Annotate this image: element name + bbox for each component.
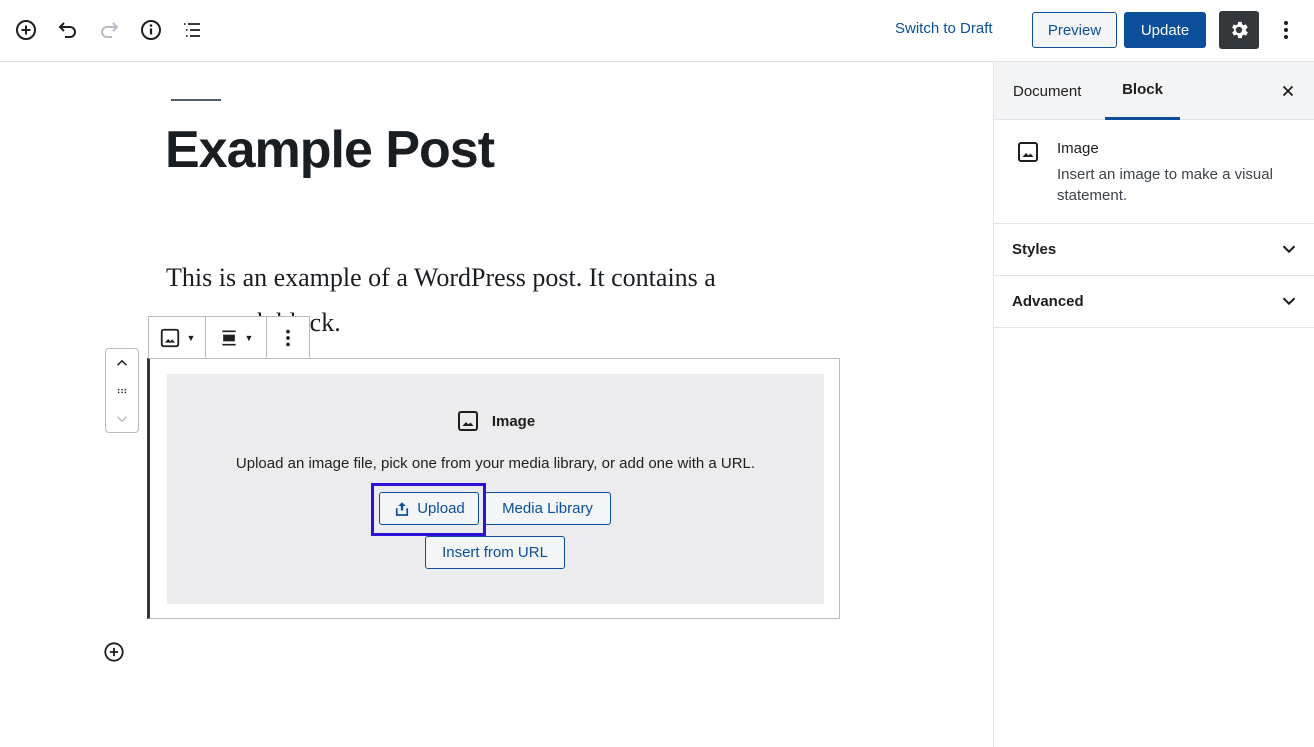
block-mover	[105, 348, 139, 433]
drag-handle-icon	[117, 388, 127, 394]
image-icon	[160, 328, 179, 347]
more-options-button[interactable]	[1274, 14, 1298, 46]
list-view-button[interactable]	[176, 14, 208, 46]
switch-to-draft-link[interactable]: Switch to Draft	[895, 20, 993, 37]
gear-icon	[1232, 21, 1248, 39]
media-library-button[interactable]: Media Library	[484, 492, 611, 525]
undo-icon	[58, 22, 76, 38]
inline-add-block-button[interactable]	[103, 641, 125, 663]
sidebar-tabs: Document Block	[994, 62, 1314, 120]
update-button[interactable]: Update	[1124, 12, 1206, 48]
caret-down-icon: ▼	[244, 332, 254, 343]
block-card-title: Image	[1057, 140, 1099, 157]
chevron-down-icon	[116, 416, 128, 423]
image-icon	[1018, 142, 1038, 162]
chevron-up-icon	[116, 359, 128, 366]
add-block-icon	[16, 20, 36, 40]
panel-title: Advanced	[1012, 293, 1084, 310]
settings-button[interactable]	[1219, 11, 1259, 49]
close-icon	[1282, 85, 1294, 97]
add-block-button[interactable]	[10, 14, 42, 46]
info-icon	[141, 20, 161, 40]
panel-title: Styles	[1012, 241, 1057, 258]
move-down-button[interactable]	[106, 405, 138, 433]
upload-icon	[396, 501, 409, 516]
panel-advanced[interactable]: Advanced	[994, 276, 1314, 328]
chevron-down-icon	[1282, 245, 1296, 254]
redo-icon	[101, 22, 119, 38]
more-vertical-icon	[286, 329, 290, 346]
insert-from-url-button[interactable]: Insert from URL	[425, 536, 565, 569]
upload-label: Upload	[417, 500, 465, 517]
info-button[interactable]	[135, 14, 167, 46]
placeholder-instructions: Upload an image file, pick one from your…	[235, 455, 756, 472]
upload-button[interactable]: Upload	[379, 492, 479, 525]
image-placeholder: Image Upload an image file, pick one fro…	[167, 374, 824, 604]
drag-handle[interactable]	[106, 377, 138, 405]
more-vertical-icon	[1284, 21, 1288, 39]
title-separator	[171, 99, 221, 101]
redo-button[interactable]	[93, 14, 125, 46]
panel-styles[interactable]: Styles	[994, 224, 1314, 276]
add-block-icon	[104, 642, 124, 662]
close-sidebar-button[interactable]	[1276, 79, 1300, 103]
post-title[interactable]: Example Post	[165, 120, 495, 180]
placeholder-label: Image	[167, 409, 824, 433]
editor-header: Switch to Draft Preview Update	[0, 0, 1314, 62]
tab-document[interactable]: Document	[1013, 62, 1081, 120]
settings-sidebar: Document Block Image Insert an image to …	[993, 62, 1314, 747]
chevron-down-icon	[1282, 297, 1296, 306]
preview-button[interactable]: Preview	[1032, 12, 1117, 48]
tab-block[interactable]: Block	[1105, 62, 1180, 120]
change-block-type-button[interactable]: ▼	[149, 317, 206, 358]
image-block[interactable]: Image Upload an image file, pick one fro…	[147, 358, 840, 619]
list-view-icon	[184, 23, 200, 37]
placeholder-title: Image	[491, 412, 536, 430]
block-toolbar: ▼ ▼	[148, 316, 310, 358]
caret-down-icon: ▼	[186, 332, 196, 343]
undo-button[interactable]	[52, 14, 84, 46]
alignment-button[interactable]: ▼	[206, 317, 267, 358]
block-card: Image Insert an image to make a visual s…	[994, 120, 1314, 224]
image-icon	[457, 411, 478, 431]
block-more-options-button[interactable]	[267, 317, 309, 358]
move-up-button[interactable]	[106, 349, 138, 377]
block-card-description: Insert an image to make a visual stateme…	[1057, 166, 1273, 204]
align-center-icon	[221, 330, 236, 345]
